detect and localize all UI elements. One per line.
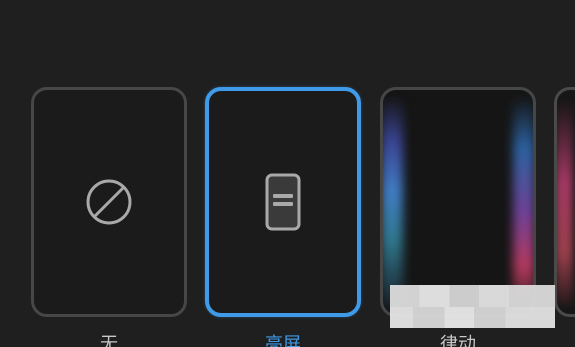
option-next-card[interactable] <box>554 87 575 317</box>
redaction-mosaic <box>390 285 555 328</box>
edge-glow-left <box>383 96 403 308</box>
option-dynamic-card[interactable] <box>380 87 536 317</box>
option-lockscreen-card[interactable] <box>205 87 361 317</box>
option-none-label: 无 <box>100 334 118 347</box>
edge-light-style-picker: 无 亮屏 律动 <box>0 0 575 347</box>
option-none-card[interactable] <box>31 87 187 317</box>
option-dynamic-label: 律动 <box>440 334 476 347</box>
phone-lockscreen-icon <box>265 173 301 231</box>
edge-glow-partial <box>557 100 573 304</box>
option-lockscreen-label: 亮屏 <box>265 334 301 347</box>
prohibited-icon <box>86 179 132 225</box>
edge-glow-right <box>513 96 533 308</box>
